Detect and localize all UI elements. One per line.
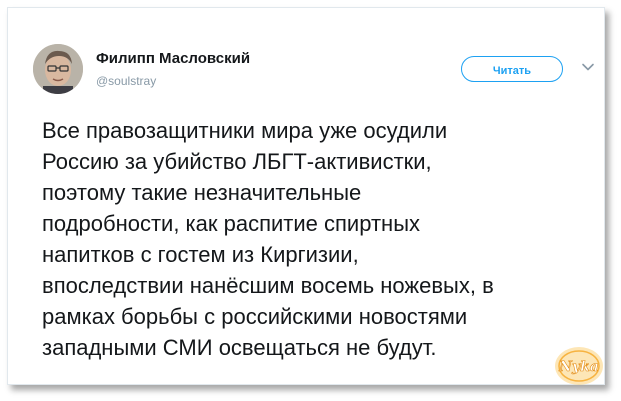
tweet-text-line: Россию за убийство ЛБГТ-активистки, [42,149,432,174]
tweet-text-line: западными СМИ освещаться не будут. [42,335,437,360]
tweet-text-line: напитков с гостем из Киргизии, [42,242,359,267]
tweet-text-line: впоследствии нанёсшим восемь ножевых, в [42,273,494,298]
tweet-text: Все правозащитники мира уже осудили Росс… [42,115,590,363]
author-avatar[interactable] [33,44,83,94]
watermark-logo-icon: Nyka [555,347,603,385]
chevron-down-icon[interactable] [581,60,595,74]
tweet-card: Филипп Масловский @soulstray Читать Все … [7,7,605,385]
user-avatar-icon [33,44,83,94]
tweet-text-line: поэтому такие незначительные [42,180,362,205]
author-handle[interactable]: @soulstray [96,74,156,88]
tweet-text-line: Все правозащитники мира уже осудили [42,118,448,143]
tweet-text-line: подробности, как распитие спиртных [42,211,421,236]
author-display-name[interactable]: Филипп Масловский [96,50,250,67]
tweet-text-line: рамках борьбы с российскими новостями [42,304,468,329]
follow-button[interactable]: Читать [461,56,563,82]
svg-text:Nyka: Nyka [558,359,599,375]
